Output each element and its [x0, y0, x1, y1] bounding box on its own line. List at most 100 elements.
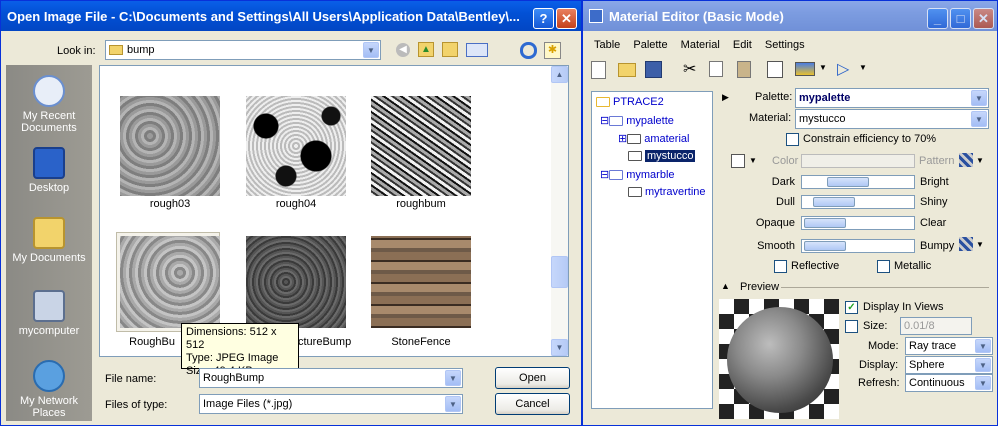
chevron-down-icon[interactable]: ▼	[749, 156, 757, 165]
menu-edit[interactable]: Edit	[733, 39, 752, 51]
tree-material-mystucco[interactable]: mystucco	[628, 150, 696, 162]
expand-arrow-icon[interactable]: ▶	[722, 92, 729, 103]
bump-map-icon[interactable]	[959, 237, 973, 251]
paste-icon[interactable]	[737, 61, 751, 78]
files-of-type-combo[interactable]: Image Files (*.jpg) ▼	[199, 394, 463, 414]
chevron-down-icon[interactable]: ▼	[975, 358, 991, 372]
open-button[interactable]: Open	[495, 367, 570, 389]
color-swatch[interactable]	[731, 154, 745, 168]
palette-tree[interactable]: PTRACE2 ⊟ mypalette ⊞ amaterial mystucco ⊟…	[591, 91, 713, 409]
palette-combo[interactable]: mypalette ▼	[795, 88, 989, 108]
material-combo[interactable]: mystucco ▼	[795, 109, 989, 129]
thumbnail-roughbump[interactable]	[120, 236, 220, 328]
size-field[interactable]: 0.01/8	[900, 317, 972, 335]
tree-root[interactable]: PTRACE2	[596, 96, 664, 108]
chevron-down-icon[interactable]: ▼	[975, 376, 991, 390]
menu-table[interactable]: Table	[594, 39, 620, 51]
menu-palette[interactable]: Palette	[633, 39, 667, 51]
reflective-checkbox[interactable]	[774, 260, 787, 273]
mode-combo[interactable]: Ray trace ▼	[905, 337, 993, 355]
tree-material-amaterial[interactable]: ⊞ amaterial	[618, 132, 689, 145]
collapse-arrow-icon[interactable]: ▲	[721, 281, 730, 291]
refresh-icon[interactable]	[520, 42, 537, 59]
place-recent-documents[interactable]: My Recent Documents	[6, 75, 92, 134]
assign-icon[interactable]	[767, 61, 783, 78]
thumbnail-rough04[interactable]	[246, 96, 346, 196]
tree-material-mytravertine[interactable]: mytravertine	[628, 186, 706, 198]
minimize-button[interactable]: _	[927, 8, 948, 29]
chevron-down-icon[interactable]: ▼	[445, 370, 461, 386]
refresh-label: Refresh:	[858, 377, 900, 389]
chevron-down-icon[interactable]: ▼	[976, 240, 984, 249]
tree-palette-mypalette[interactable]: ⊟ mypalette	[600, 114, 674, 127]
vertical-scrollbar[interactable]: ▲ ▼	[551, 66, 568, 356]
chevron-down-icon[interactable]: ▼	[971, 111, 987, 127]
size-checkbox[interactable]	[845, 320, 858, 333]
chevron-down-icon[interactable]: ▼	[819, 63, 827, 72]
place-label: mycomputer	[18, 325, 80, 337]
pointer-icon[interactable]: ▷	[837, 59, 849, 79]
thumbnail-stonefence[interactable]	[371, 236, 471, 328]
cancel-button[interactable]: Cancel	[495, 393, 570, 415]
dark-bright-slider[interactable]	[801, 175, 915, 189]
scroll-thumb[interactable]	[551, 256, 568, 288]
slider-knob[interactable]	[804, 218, 846, 228]
up-folder-icon[interactable]: ▲	[418, 42, 434, 57]
maximize-button[interactable]: □	[950, 8, 971, 29]
smooth-bumpy-slider[interactable]	[801, 239, 915, 253]
display-combo[interactable]: Sphere ▼	[905, 356, 993, 374]
slider-left-label: Smooth	[757, 240, 795, 252]
open-dialog-titlebar[interactable]: Open Image File - C:\Documents and Setti…	[1, 1, 581, 31]
scroll-up-icon[interactable]: ▲	[551, 66, 568, 83]
display-in-views-checkbox[interactable]: ✓	[845, 301, 858, 314]
back-icon[interactable]: ◀	[396, 43, 410, 57]
chevron-down-icon[interactable]: ▼	[445, 396, 461, 412]
help-button[interactable]: ?	[533, 8, 554, 29]
place-mycomputer[interactable]: mycomputer	[6, 290, 92, 337]
cut-icon[interactable]: ✂	[683, 59, 696, 79]
metallic-checkbox[interactable]	[877, 260, 890, 273]
menu-material[interactable]: Material	[681, 39, 720, 51]
place-desktop[interactable]: Desktop	[6, 147, 92, 194]
thumbnail-label: rough03	[149, 198, 191, 210]
place-my-documents[interactable]: My Documents	[6, 217, 92, 264]
thumbnail-label-partial: RoughBu	[129, 336, 175, 348]
tooltip-type: Type: JPEG Image	[186, 352, 279, 364]
menu-settings[interactable]: Settings	[765, 39, 805, 51]
pattern-icon[interactable]	[959, 153, 973, 167]
new-folder-icon[interactable]	[442, 42, 458, 57]
save-icon[interactable]	[645, 61, 662, 78]
chevron-down-icon[interactable]: ▼	[859, 63, 867, 72]
new-file-icon[interactable]	[591, 61, 606, 79]
tree-palette-mymarble[interactable]: ⊟ mymarble	[600, 168, 675, 181]
slider-knob[interactable]	[813, 197, 855, 207]
thumbnail-roughbum[interactable]	[371, 96, 471, 196]
opaque-clear-slider[interactable]	[801, 216, 915, 230]
slider-right-label: Bright	[920, 176, 949, 188]
chevron-down-icon[interactable]: ▼	[975, 339, 991, 353]
chevron-down-icon[interactable]: ▼	[971, 90, 987, 106]
thumbnail-texturebump[interactable]	[246, 236, 346, 328]
material-editor-window: Material Editor (Basic Mode) _ □ ✕ Table…	[582, 0, 998, 426]
chevron-down-icon[interactable]: ▼	[976, 156, 984, 165]
file-name-combo[interactable]: RoughBump ▼	[199, 368, 463, 388]
copy-icon[interactable]	[709, 61, 723, 77]
tooltip-dimensions: Dimensions: 512 x 512	[186, 326, 277, 351]
look-in-combo[interactable]: bump ▼	[105, 40, 381, 60]
close-button[interactable]: ✕	[556, 8, 577, 29]
scroll-down-icon[interactable]: ▼	[551, 339, 568, 356]
open-folder-icon[interactable]	[618, 63, 636, 77]
close-button[interactable]: ✕	[973, 8, 994, 29]
thumbnail-rough03[interactable]	[120, 96, 220, 196]
slider-knob[interactable]	[827, 177, 869, 187]
slider-knob[interactable]	[804, 241, 846, 251]
dull-shiny-slider[interactable]	[801, 195, 915, 209]
chevron-down-icon[interactable]: ▼	[363, 42, 379, 58]
favorite-icon[interactable]: ✱	[544, 42, 561, 59]
layers-icon[interactable]	[795, 62, 815, 76]
file-thumbnail-view[interactable]: rough03 rough04 roughbum RoughBu ctureBu…	[99, 65, 569, 357]
constrain-checkbox[interactable]	[786, 133, 799, 146]
views-menu-icon[interactable]	[466, 43, 488, 57]
refresh-combo[interactable]: Continuous ▼	[905, 374, 993, 392]
place-network[interactable]: My Network Places	[6, 360, 92, 419]
